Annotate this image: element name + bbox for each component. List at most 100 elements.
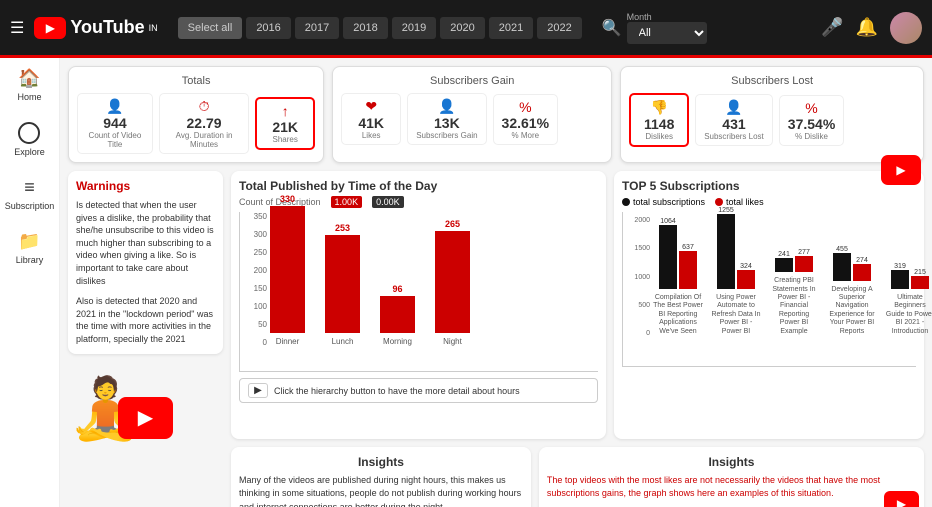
sidebar-item-subscription[interactable]: ≡ Subscription	[5, 177, 55, 211]
grouped-bar-label: Compilation Of The Best Power BI Reporti…	[653, 294, 703, 336]
subs-bar-rect	[833, 253, 851, 280]
grouped-bars: 319 215	[891, 263, 929, 289]
metric-value-subs-gain: 13K	[434, 115, 460, 131]
middle-row: Warnings Is detected that when the user …	[68, 171, 924, 439]
metric-label-shares: Shares	[273, 135, 298, 144]
legend-likes-label: total likes	[726, 197, 764, 207]
grouped-bar-group: 241 277 Creating PBI Statements In Power…	[769, 249, 819, 336]
tab-2016[interactable]: 2016	[246, 17, 290, 39]
subscribers-lost-title: Subscribers Lost	[629, 75, 915, 87]
dislike-icon: 👎	[650, 99, 667, 116]
tab-2017[interactable]: 2017	[295, 17, 339, 39]
sidebar-item-home[interactable]: 🏠 Home	[17, 68, 41, 102]
home-icon: 🏠	[18, 68, 40, 89]
play-icon-insights: ▶	[897, 497, 906, 507]
chart-note: ▶ Click the hierarchy button to have the…	[239, 378, 598, 403]
bar-group-dinner: 330 Dinner	[270, 194, 305, 346]
share-icon: ↑	[282, 103, 289, 119]
bar-group-morning: 96 Morning	[380, 284, 415, 346]
user-icon: 👤	[106, 98, 123, 115]
likes-val: 215	[911, 269, 929, 276]
subs-val: 1255	[717, 207, 735, 214]
insights1-title: Insights	[239, 455, 523, 469]
warnings-card: Warnings Is detected that when the user …	[68, 171, 223, 354]
avatar[interactable]	[890, 12, 922, 44]
likes-bar-rect	[911, 276, 929, 289]
bar-rect	[380, 296, 415, 333]
play-button[interactable]: ▶	[248, 383, 268, 398]
user-lost-icon: 👤	[725, 99, 742, 116]
bar-rect	[270, 206, 305, 333]
hamburger-icon[interactable]: ☰	[10, 18, 24, 38]
warnings-text1: Is detected that when the user gives a d…	[76, 199, 215, 287]
bar-label: Morning	[383, 337, 412, 346]
tab-2022[interactable]: 2022	[537, 17, 581, 39]
metric-label-subs-gain: Subscribers Gain	[416, 131, 477, 140]
tab-select-all[interactable]: Select all	[178, 17, 243, 39]
sidebar-label-subscription: Subscription	[5, 201, 55, 211]
metric-pct-more: % 32.61% % More	[493, 94, 558, 145]
likes-bar: 277	[795, 249, 813, 273]
top5-legend: total subscriptions total likes	[622, 197, 916, 207]
heart-icon: ❤	[365, 98, 377, 115]
grouped-bar-label: Ultimate Beginners Guide to Power BI 202…	[885, 294, 932, 336]
chart-val2: 0.00K	[372, 196, 404, 208]
totals-card: Totals 👤 944 Count of Video Title ⏱ 22.7…	[68, 66, 324, 163]
metric-value-dislikes: 1148	[644, 116, 674, 132]
metric-subs-gain: 👤 13K Subscribers Gain	[407, 93, 486, 145]
microphone-icon[interactable]: 🎤	[821, 17, 843, 38]
sidebar-label-home: Home	[17, 92, 41, 102]
insights1-text: Many of the videos are published during …	[239, 474, 523, 507]
subs-bar-rect	[659, 225, 677, 289]
left-panel: Warnings Is detected that when the user …	[68, 171, 223, 439]
bar-value: 96	[392, 284, 402, 294]
sidebar-item-explore[interactable]: Explore	[14, 122, 45, 157]
likes-val: 274	[853, 257, 871, 264]
metric-label-dislikes: Dislikes	[645, 132, 673, 141]
bar-rect	[325, 235, 360, 333]
grouped-bars: 455 274	[833, 246, 871, 280]
explore-icon	[18, 122, 40, 144]
tab-2020[interactable]: 2020	[440, 17, 484, 39]
likes-bar-rect	[853, 264, 871, 280]
top5-card: TOP 5 Subscriptions total subscriptions …	[614, 171, 924, 439]
main-layout: 🏠 Home Explore ≡ Subscription 📁 Library …	[0, 58, 932, 507]
legend-subs-label: total subscriptions	[633, 197, 705, 207]
metric-value-pct-more: 32.61%	[502, 115, 549, 131]
top5-title: TOP 5 Subscriptions	[622, 179, 916, 193]
legend-subs-dot	[622, 198, 630, 206]
totals-metrics: 👤 944 Count of Video Title ⏱ 22.79 Avg. …	[77, 93, 315, 154]
subs-bar-rect	[717, 214, 735, 289]
sidebar-item-library[interactable]: 📁 Library	[16, 231, 44, 265]
sidebar: 🏠 Home Explore ≡ Subscription 📁 Library	[0, 58, 60, 507]
bottom-left-spacer	[68, 447, 223, 507]
legend-likes-dot	[715, 198, 723, 206]
tab-2018[interactable]: 2018	[343, 17, 387, 39]
year-tabs: Select all 2016 2017 2018 2019 2020 2021…	[178, 17, 582, 39]
subscribers-lost-metrics: 👎 1148 Dislikes 👤 431 Subscribers Lost %…	[629, 93, 915, 147]
insights-card-1: Insights Many of the videos are publishe…	[231, 447, 531, 507]
metric-value-subs-lost: 431	[722, 116, 745, 132]
warnings-text2: Also is detected that 2020 and 2021 in t…	[76, 295, 215, 345]
bell-icon[interactable]: 🔔	[856, 17, 878, 38]
subs-bar: 1255	[717, 207, 735, 289]
subs-bar: 455	[833, 246, 851, 280]
bar-chart: 330 Dinner 253 Lunch 96 Morning 265 Nigh…	[239, 212, 598, 372]
bottom-row: Insights Many of the videos are publishe…	[68, 447, 924, 507]
metric-value-videos: 944	[103, 115, 126, 131]
clock-icon: ⏱	[199, 98, 210, 115]
yt-logo-large: ▶	[118, 397, 173, 439]
search-button[interactable]: 🔍	[602, 18, 622, 38]
tab-2021[interactable]: 2021	[489, 17, 533, 39]
likes-val: 324	[737, 263, 755, 270]
month-select[interactable]: All	[627, 22, 707, 44]
grouped-bar-chart: 1064 637 Compilation Of The Best Power B…	[622, 212, 916, 367]
user-gain-icon: 👤	[438, 98, 455, 115]
grouped-bar-group: 1255 324 Using Power Automate to Refresh…	[711, 207, 761, 336]
header: ☰ YouTubeIN Select all 2016 2017 2018 20…	[0, 0, 932, 55]
tab-2019[interactable]: 2019	[392, 17, 436, 39]
metric-shares: ↑ 21K Shares	[255, 97, 315, 150]
grouped-bar-group: 1064 637 Compilation Of The Best Power B…	[653, 218, 703, 336]
percent-dislike-icon: %	[805, 100, 817, 116]
likes-bar: 637	[679, 244, 697, 289]
